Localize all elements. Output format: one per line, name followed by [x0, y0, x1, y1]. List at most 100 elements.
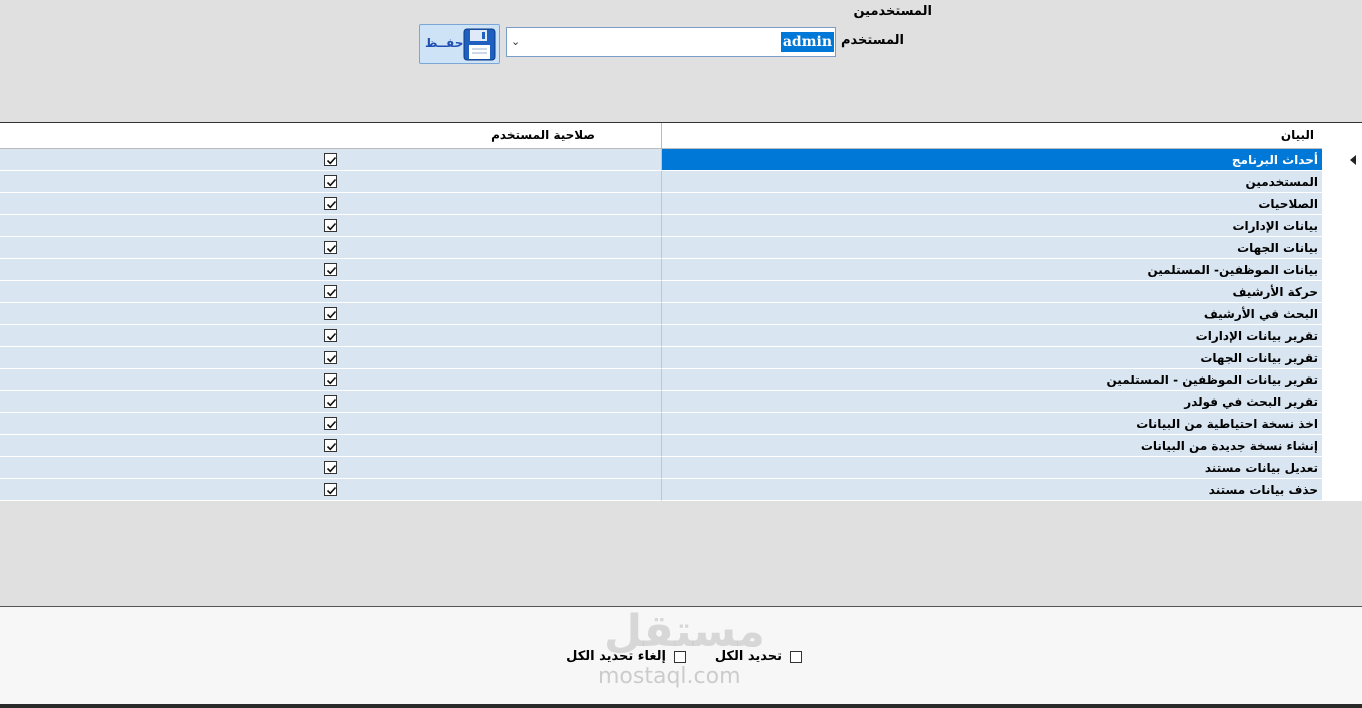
permission-checkbox[interactable] — [324, 329, 337, 342]
top-panel: المستخدمين المستخدم ⌄ admin حفــظ — [0, 0, 1362, 122]
table-row[interactable]: تعديل بيانات مستند — [0, 457, 1362, 479]
table-row[interactable]: حذف بيانات مستند — [0, 479, 1362, 501]
table-row[interactable]: بيانات الجهات — [0, 237, 1362, 259]
permission-cell — [0, 237, 662, 259]
table-row[interactable]: تقرير البحث في فولدر — [0, 391, 1362, 413]
check-icon — [326, 398, 337, 407]
description-cell[interactable]: تقرير بيانات الإدارات — [662, 325, 1322, 347]
permission-cell — [0, 347, 662, 369]
permission-checkbox[interactable] — [324, 395, 337, 408]
check-icon — [326, 354, 337, 363]
description-cell[interactable]: بيانات الجهات — [662, 237, 1322, 259]
permission-checkbox[interactable] — [324, 461, 337, 474]
row-header[interactable] — [1322, 193, 1362, 215]
table-row[interactable]: بيانات الإدارات — [0, 215, 1362, 237]
permission-cell — [0, 369, 662, 391]
table-row[interactable]: اخذ نسخة احتياطية من البيانات — [0, 413, 1362, 435]
table-row[interactable]: حركة الأرشيف — [0, 281, 1362, 303]
row-header[interactable] — [1322, 325, 1362, 347]
row-header[interactable] — [1322, 215, 1362, 237]
row-header[interactable] — [1322, 303, 1362, 325]
permission-cell — [0, 435, 662, 457]
permission-checkbox[interactable] — [324, 197, 337, 210]
row-header[interactable] — [1322, 369, 1362, 391]
row-header[interactable] — [1322, 259, 1362, 281]
table-row[interactable]: إنشاء نسخة جديدة من البيانات — [0, 435, 1362, 457]
description-cell[interactable]: حذف بيانات مستند — [662, 479, 1322, 501]
description-cell[interactable]: تقرير البحث في فولدر — [662, 391, 1322, 413]
column-header-permission[interactable]: صلاحية المستخدم — [0, 123, 662, 149]
row-header[interactable] — [1322, 149, 1362, 171]
description-cell[interactable]: تقرير بيانات الموظفين - المستلمين — [662, 369, 1322, 391]
table-row[interactable]: تقرير بيانات الجهات — [0, 347, 1362, 369]
description-cell[interactable]: إنشاء نسخة جديدة من البيانات — [662, 435, 1322, 457]
permission-checkbox[interactable] — [324, 417, 337, 430]
permissions-grid: صلاحية المستخدم البيان أحداث البرنامج الم… — [0, 122, 1362, 501]
description-cell[interactable]: حركة الأرشيف — [662, 281, 1322, 303]
table-row[interactable]: الصلاحيات — [0, 193, 1362, 215]
table-row[interactable]: تقرير بيانات الإدارات — [0, 325, 1362, 347]
row-header[interactable] — [1322, 171, 1362, 193]
bottom-panel: تحديد الكل إلغاء تحديد الكل — [0, 606, 1362, 704]
row-header[interactable] — [1322, 457, 1362, 479]
deselect-all-checkbox[interactable] — [674, 650, 686, 663]
user-select[interactable]: ⌄ admin — [506, 27, 836, 57]
permission-checkbox[interactable] — [324, 241, 337, 254]
user-select-value: admin — [780, 32, 834, 52]
table-row[interactable]: تقرير بيانات الموظفين - المستلمين — [0, 369, 1362, 391]
description-cell[interactable]: أحداث البرنامج — [662, 149, 1322, 171]
description-cell[interactable]: تقرير بيانات الجهات — [662, 347, 1322, 369]
permission-checkbox[interactable] — [324, 307, 337, 320]
table-row[interactable]: بيانات الموظفين- المستلمين — [0, 259, 1362, 281]
deselect-all-label: إلغاء تحديد الكل — [566, 649, 666, 664]
grid-header: صلاحية المستخدم البيان — [0, 123, 1362, 149]
permission-checkbox[interactable] — [324, 263, 337, 276]
row-header[interactable] — [1322, 347, 1362, 369]
column-header-description[interactable]: البيان — [662, 123, 1322, 149]
row-header[interactable] — [1322, 281, 1362, 303]
taskbar-strip — [0, 704, 1362, 708]
row-header[interactable] — [1322, 435, 1362, 457]
check-icon — [326, 222, 337, 231]
form-title: المستخدمين — [853, 4, 932, 19]
description-cell[interactable]: البحث في الأرشيف — [662, 303, 1322, 325]
select-all-checkbox[interactable] — [790, 650, 802, 663]
permission-cell — [0, 215, 662, 237]
description-cell[interactable]: بيانات الإدارات — [662, 215, 1322, 237]
permission-cell — [0, 171, 662, 193]
permission-cell — [0, 457, 662, 479]
description-cell[interactable]: تعديل بيانات مستند — [662, 457, 1322, 479]
row-header[interactable] — [1322, 413, 1362, 435]
save-button[interactable]: حفــظ — [419, 24, 500, 64]
check-icon — [326, 464, 337, 473]
check-icon — [326, 178, 337, 187]
description-cell[interactable]: اخذ نسخة احتياطية من البيانات — [662, 413, 1322, 435]
row-header[interactable] — [1322, 391, 1362, 413]
permission-cell — [0, 325, 662, 347]
permission-checkbox[interactable] — [324, 373, 337, 386]
permission-checkbox[interactable] — [324, 153, 337, 166]
table-row[interactable]: المستخدمين — [0, 171, 1362, 193]
row-header[interactable] — [1322, 237, 1362, 259]
select-all-option[interactable]: تحديد الكل — [712, 649, 802, 667]
table-row[interactable]: أحداث البرنامج — [0, 149, 1362, 171]
save-button-label: حفــظ — [425, 36, 464, 50]
permission-checkbox[interactable] — [324, 285, 337, 298]
description-cell[interactable]: الصلاحيات — [662, 193, 1322, 215]
description-cell[interactable]: المستخدمين — [662, 171, 1322, 193]
deselect-all-option[interactable]: إلغاء تحديد الكل — [564, 649, 686, 667]
permission-checkbox[interactable] — [324, 351, 337, 364]
permission-checkbox[interactable] — [324, 439, 337, 452]
permission-checkbox[interactable] — [324, 175, 337, 188]
description-cell[interactable]: بيانات الموظفين- المستلمين — [662, 259, 1322, 281]
permission-cell — [0, 193, 662, 215]
check-icon — [326, 442, 337, 451]
chevron-down-icon[interactable]: ⌄ — [511, 35, 520, 48]
floppy-disk-icon — [463, 28, 496, 61]
table-row[interactable]: البحث في الأرشيف — [0, 303, 1362, 325]
row-header[interactable] — [1322, 479, 1362, 501]
permission-cell — [0, 391, 662, 413]
permission-checkbox[interactable] — [324, 219, 337, 232]
check-icon — [326, 332, 337, 341]
permission-checkbox[interactable] — [324, 483, 337, 496]
